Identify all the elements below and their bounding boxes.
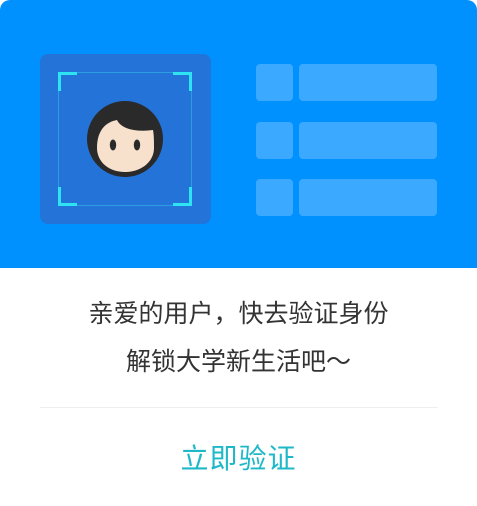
scan-corner-top-right [173,72,192,91]
message-line-1: 亲爱的用户，快去验证身份 [88,299,389,328]
id-label-placeholder [256,122,293,159]
face-scan-panel [40,54,211,224]
scan-corner-bottom-right [173,187,192,206]
scan-corner-bottom-left [58,187,77,206]
id-value-placeholder [299,122,437,159]
id-value-placeholder [299,64,437,101]
face-avatar-icon [87,101,163,177]
id-value-placeholder [299,179,437,216]
id-card-illustration [0,0,477,268]
scan-corner-top-left [58,72,77,91]
verify-identity-card: 亲爱的用户，快去验证身份 解锁大学新生活吧～ 立即验证 [0,0,477,506]
verify-prompt-message: 亲爱的用户，快去验证身份 解锁大学新生活吧～ [0,290,477,386]
verify-now-button[interactable]: 立即验证 [0,408,477,506]
id-label-placeholder [256,64,293,101]
message-line-2: 解锁大学新生活吧～ [125,347,351,376]
id-label-placeholder [256,179,293,216]
